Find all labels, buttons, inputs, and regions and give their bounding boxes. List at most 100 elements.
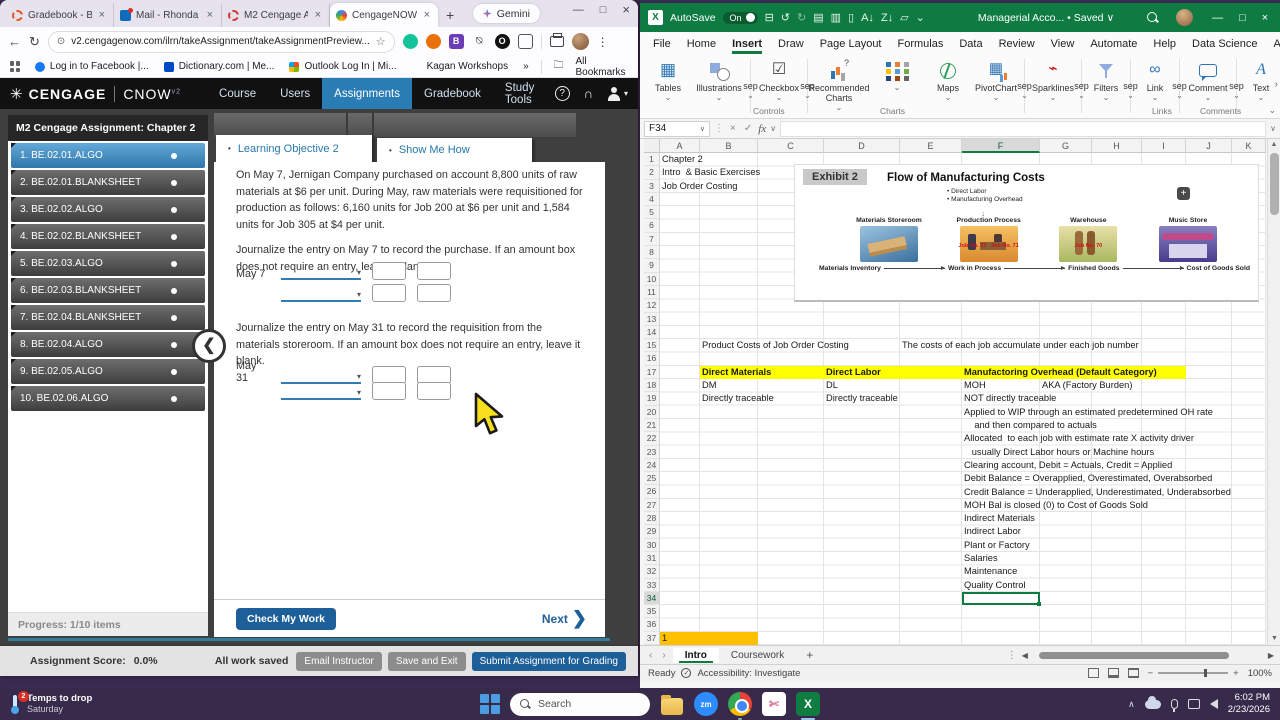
browser-tab[interactable]: CengageNOWv × [330,3,438,27]
document-title[interactable]: Managerial Acco... • Saved ∨ [978,12,1114,24]
save-and-exit-button[interactable]: Save and Exit [387,651,466,671]
tab-close-icon[interactable]: × [313,9,323,21]
onedrive-icon[interactable] [1144,695,1161,709]
cell-B17[interactable]: Direct Materials [702,366,771,379]
ribbon-button[interactable]: sep ⌄ [1017,59,1032,113]
snipping-tool-icon[interactable]: ✄ [762,692,786,716]
select-all-corner[interactable] [644,139,660,153]
print-icon[interactable] [549,33,564,47]
accessibility-status[interactable]: Accessibility: Investigate [697,668,800,679]
debit-amount-input[interactable] [372,262,406,280]
mic-extension-icon[interactable]: ⍉ [472,34,487,49]
zoom-app-icon[interactable]: zm [694,692,718,716]
cell-F18[interactable]: MOH [964,379,986,392]
close-icon[interactable]: × [1262,12,1268,24]
cell-F31[interactable]: Salaries [964,552,998,565]
confirm-entry-icon[interactable]: ✓ [742,123,754,134]
row-header-28[interactable]: 28 [644,512,660,526]
ribbon-tab[interactable]: Automate [1083,35,1144,53]
account-menu[interactable]: ▾ [607,86,628,101]
row-header-33[interactable]: 33 [644,578,660,592]
bookmark-item[interactable]: Dictionary.com | Me... [163,61,274,72]
cell-F20[interactable]: Applied to WIP through an estimated pred… [964,406,1213,419]
row-header-25[interactable]: 25 [644,472,660,486]
add-sheet-icon[interactable]: + [800,648,819,662]
bookmark-item[interactable]: Kagan Workshops [412,61,509,72]
scroll-thumb[interactable] [1270,153,1279,215]
ribbon-tab[interactable]: Analytic Solver [1266,35,1280,53]
bookmark-item[interactable]: Outlook Log In | Mi... [289,61,397,72]
bookmark-item[interactable]: Log in to Facebook |... [34,61,149,72]
grid-body[interactable]: Exhibit 2 Flow of Manufacturing Costs + … [660,153,1266,645]
minimize-icon[interactable]: — [1212,12,1223,24]
assignment-list-item[interactable]: 5. BE.02.03.ALGO [11,251,205,276]
insert-function-icon[interactable]: fx [758,123,766,135]
ribbon-overflow-icon[interactable]: › [1275,79,1278,90]
tab-close-icon[interactable]: × [97,9,107,21]
ribbon-tab[interactable]: Formulas [891,35,951,53]
ribbon-button[interactable]: Illustrations ⌄ [690,59,748,103]
row-header-37[interactable]: 37 [644,631,660,645]
folder-icon[interactable]: ▱ [900,11,908,24]
grammarly-extension-icon[interactable] [402,34,418,49]
save-icon[interactable]: ⊟ [765,11,774,24]
apps-grid-icon[interactable] [10,61,20,72]
row-header-8[interactable]: 8 [644,246,660,260]
cell-A3[interactable]: Job Order Costing [662,180,737,193]
sort-za-icon[interactable]: Z↓ [881,12,893,24]
normal-view-icon[interactable] [1087,668,1099,678]
weather-widget[interactable]: 2 Temps to drop Saturday [0,691,170,715]
assignment-list-item[interactable]: 3. BE.02.02.ALGO [11,197,205,222]
account-dropdown[interactable] [281,286,361,302]
ribbon-button[interactable]: Maps ⌄ [926,59,970,103]
scroll-up-icon[interactable]: ▲ [1268,139,1280,151]
cell-F29[interactable]: Indirect Labor [964,525,1021,538]
cell-D19[interactable]: Directly traceable [826,392,898,405]
credit-amount-input[interactable] [417,262,451,280]
row-header-23[interactable]: 23 [644,445,660,459]
column-header-H[interactable]: H [1092,139,1142,153]
row-header-24[interactable]: 24 [644,458,660,473]
reload-icon[interactable]: ↻ [29,34,40,50]
undo-icon[interactable]: ↺ [781,11,790,24]
cell-E15[interactable]: The costs of each job accumulate under e… [902,339,1139,352]
profile-avatar[interactable] [571,33,589,50]
tab-show-me-how[interactable]: • Show Me How [377,138,532,162]
browser-tab[interactable]: Mail - Rhonda T × [114,3,222,27]
row-header-5[interactable]: 5 [644,206,660,220]
row-header-4[interactable]: 4 [644,192,660,207]
cell-F30[interactable]: Plant or Factory [964,539,1030,552]
ribbon-button[interactable]: ⌄ [868,59,926,93]
ribbon-tab[interactable]: Insert [725,35,769,54]
ribbon-tab[interactable]: Home [680,35,723,53]
ribbon-button[interactable]: sep ⌄ [1229,59,1244,113]
column-header-E[interactable]: E [900,139,962,153]
help-icon[interactable]: ? [554,86,570,101]
bookmark-star-icon[interactable]: ☆ [376,35,386,48]
ribbon-button[interactable]: sep ⌄ [1123,59,1138,113]
zoom-level[interactable]: 100% [1248,668,1272,679]
cell-F28[interactable]: Indirect Materials [964,512,1035,525]
assignment-list-item[interactable]: 8. BE.02.04.ALGO [11,332,205,357]
cell-A37[interactable]: 1 [662,632,667,645]
ribbon-tab[interactable]: Review [992,35,1042,53]
autosave-toggle[interactable]: On [722,11,758,24]
row-header-35[interactable]: 35 [644,605,660,619]
row-header-34[interactable]: 34 [644,591,660,606]
vertical-scrollbar[interactable]: ▲ ▼ [1267,139,1280,645]
column-header-A[interactable]: A [660,139,700,153]
assignment-list-item[interactable]: 7. BE.02.04.BLANKSHEET [11,305,205,330]
document-icon[interactable]: ▯ [848,11,854,24]
extensions-icon[interactable] [517,34,533,49]
assignment-list-item[interactable]: 2. BE.02.01.BLANKSHEET [11,170,205,195]
row-header-2[interactable]: 2 [644,166,660,180]
cell-F22[interactable]: Allocated to each job with estimate rate… [964,432,1194,445]
row-header-15[interactable]: 15 [644,339,660,353]
ribbon-tab[interactable]: Help [1146,35,1183,53]
selected-cell[interactable] [962,591,1041,607]
file-explorer-icon[interactable] [660,692,684,716]
taskbar-search[interactable]: Search [510,692,650,716]
cell-F23[interactable]: usually Direct Labor hours or Machine ho… [964,446,1154,459]
row-header-3[interactable]: 3 [644,179,660,193]
ribbon-button[interactable]: Recommended Charts ⌄ [808,59,869,113]
